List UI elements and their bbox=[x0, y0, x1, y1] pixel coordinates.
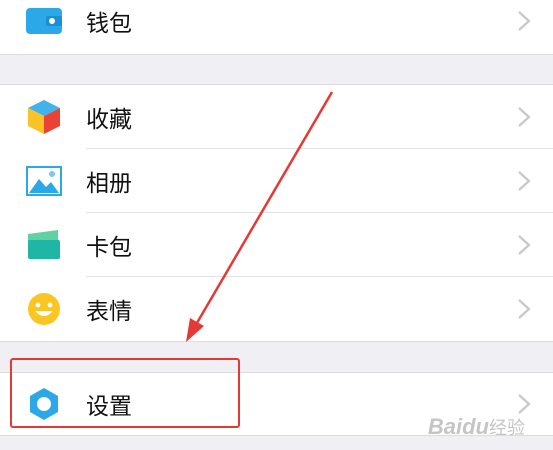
watermark-text-cn: 经验 bbox=[489, 418, 525, 438]
me-settings-menu: 钱包 收藏 相册 卡包 表情 设置 Baidu经验 bbox=[0, 0, 553, 450]
watermark: Baidu经验 bbox=[428, 414, 525, 440]
watermark-text: Baidu bbox=[427, 414, 489, 439]
pointer-arrow-icon bbox=[186, 91, 334, 342]
